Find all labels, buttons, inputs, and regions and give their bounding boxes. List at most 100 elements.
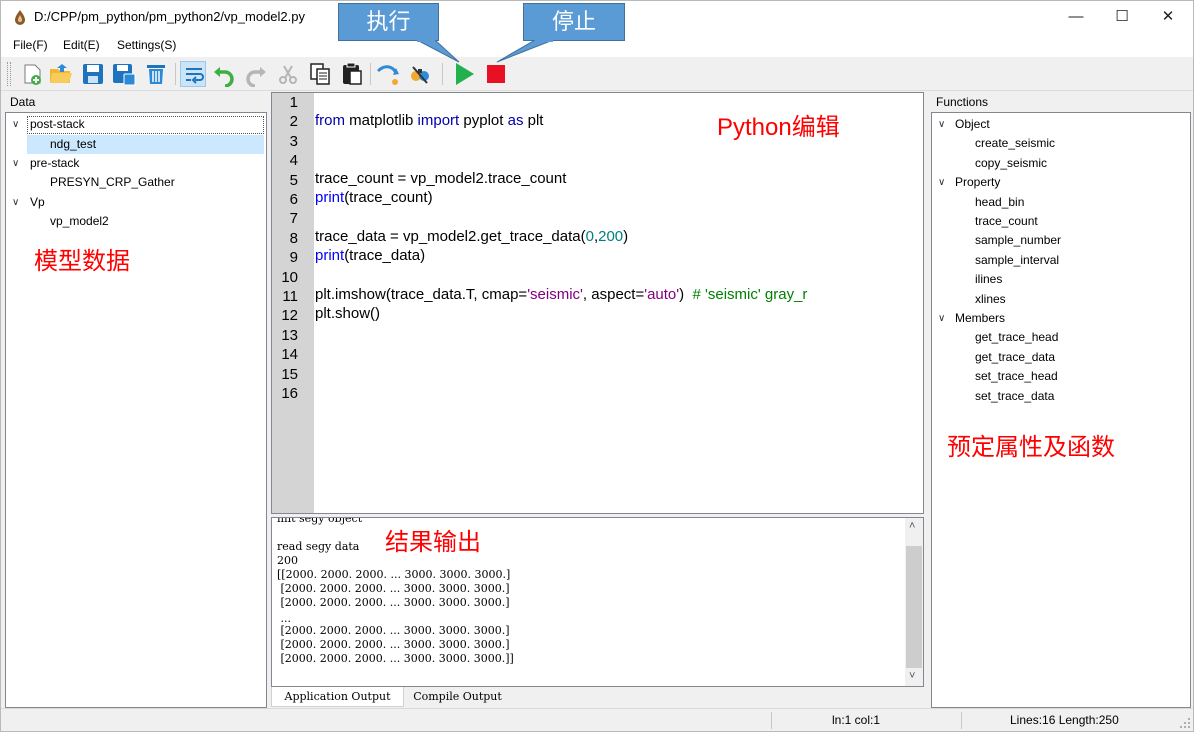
chevron-down-icon[interactable]: ∨ [12, 119, 19, 130]
save-as-button[interactable] [111, 61, 137, 87]
status-bar: ln:1 col:1 Lines:16 Length:250 [1, 708, 1193, 731]
function-item[interactable]: get_trace_data [975, 348, 1055, 367]
stop-button[interactable] [483, 61, 509, 87]
new-file-button[interactable] [19, 61, 45, 87]
function-item[interactable]: trace_count [975, 212, 1038, 231]
line-number: 10 [281, 268, 298, 286]
word-wrap-icon [186, 68, 204, 84]
code-line-8: trace_data = vp_model2.get_trace_data(0,… [315, 228, 629, 245]
function-item[interactable]: create_seismic [975, 134, 1055, 153]
output-line: 200 [277, 554, 298, 567]
function-item[interactable]: sample_number [975, 231, 1061, 250]
save-icon [83, 64, 103, 84]
function-item[interactable]: xlines [975, 290, 1006, 309]
debug-icon [411, 66, 429, 84]
chevron-down-icon[interactable]: ∨ [12, 158, 19, 169]
toolbar-separator [175, 63, 176, 85]
minimize-button[interactable]: — [1053, 1, 1099, 33]
chevron-down-icon[interactable]: ∨ [938, 177, 945, 188]
function-item[interactable]: head_bin [975, 193, 1024, 212]
window-title: D:/CPP/pm_python/pm_python2/vp_model2.py [34, 9, 305, 24]
function-group[interactable]: Object [955, 115, 990, 134]
copy-button[interactable] [307, 61, 333, 87]
toolbar [1, 57, 1193, 91]
resize-grip-icon[interactable] [1179, 717, 1191, 729]
output-scrollbar[interactable]: ˄ ˅ [905, 518, 923, 686]
app-window: D:/CPP/pm_python/pm_python2/vp_model2.py… [0, 0, 1194, 732]
function-group[interactable]: Property [955, 173, 1000, 192]
tree-node-vp[interactable]: Vp [30, 193, 45, 212]
tree-node-pre-stack[interactable]: pre-stack [30, 154, 79, 173]
toolbar-separator [370, 63, 371, 85]
debug-button[interactable] [407, 61, 433, 87]
function-item[interactable]: get_trace_head [975, 328, 1058, 347]
scroll-down-icon[interactable]: ˅ [909, 670, 915, 682]
function-item[interactable]: ilines [975, 270, 1002, 289]
run-icon [456, 63, 474, 85]
cut-button[interactable] [275, 61, 301, 87]
output-line: read segy data [277, 540, 360, 553]
code-line-2: from matplotlib import pyplot as plt [315, 112, 544, 129]
save-button[interactable] [80, 61, 106, 87]
tree-node-post-stack[interactable]: post-stack [30, 115, 85, 134]
close-button[interactable]: ✕ [1145, 1, 1191, 33]
tab-compile-output[interactable]: Compile Output [404, 687, 511, 707]
function-item[interactable]: sample_interval [975, 251, 1059, 270]
copy-icon [310, 63, 330, 85]
run-button[interactable] [451, 61, 477, 87]
line-number: 5 [289, 171, 298, 189]
tree-leaf-ndg-test[interactable]: ndg_test [50, 135, 96, 154]
output-console[interactable]: init segy object read segy data 200 [[2000.… [271, 517, 924, 687]
tab-application-output[interactable]: Application Output [271, 687, 404, 707]
line-number: 9 [289, 249, 298, 267]
word-wrap-button[interactable] [180, 61, 206, 87]
line-number: 13 [281, 326, 298, 344]
tree-leaf-vp-model2[interactable]: vp_model2 [50, 212, 109, 231]
output-line: [2000. 2000. 2000. ... 3000. 3000. 3000.… [277, 638, 510, 651]
undo-button[interactable] [211, 61, 237, 87]
annotation-result-output: 结果输出 [385, 529, 481, 556]
code-editor[interactable]: 1 2 3 4 5 6 7 8 9 10 11 12 13 14 15 16 from matplotlib … [271, 92, 924, 514]
save-as-icon [113, 64, 136, 86]
delete-icon [147, 65, 165, 84]
line-number: 6 [289, 191, 298, 208]
functions-tree[interactable]: ∨ Object create_seismic copy_seismic ∨ Proper… [931, 112, 1191, 708]
document-info: Lines:16 Length:250 [1010, 713, 1119, 727]
code-line-5: trace_count = vp_model2.trace_count [315, 170, 567, 187]
output-line: [2000. 2000. 2000. ... 3000. 3000. 3000.… [277, 582, 510, 595]
line-number: 16 [281, 385, 298, 402]
code-line-9: print(trace_data) [315, 247, 426, 264]
toolbar-grip[interactable] [7, 62, 11, 86]
maximize-button[interactable]: ☐ [1099, 1, 1145, 33]
scroll-up-icon[interactable]: ˄ [909, 520, 915, 532]
redo-icon [246, 67, 266, 87]
open-button[interactable] [48, 61, 74, 87]
step-button[interactable] [375, 61, 401, 87]
line-number: 15 [281, 365, 298, 383]
function-item[interactable]: set_trace_head [975, 367, 1058, 386]
data-panel-header: Data [6, 95, 265, 113]
chevron-down-icon[interactable]: ∨ [12, 197, 19, 208]
function-item[interactable]: copy_seismic [975, 154, 1047, 173]
menu-settings[interactable]: Settings(S) [117, 38, 176, 52]
data-tree[interactable]: ∨ post-stack ndg_test ∨ pre-stack PRESYN… [5, 112, 267, 708]
cursor-position: ln:1 col:1 [832, 713, 881, 727]
paste-button[interactable] [339, 61, 365, 87]
tree-leaf-presyn-crp-gather[interactable]: PRESYN_CRP_Gather [50, 173, 175, 192]
status-separator [961, 712, 962, 729]
menu-file[interactable]: File(F) [13, 38, 48, 52]
stop-callout-tail [496, 40, 554, 63]
line-number: 11 [282, 288, 298, 305]
chevron-down-icon[interactable]: ∨ [938, 313, 945, 324]
line-number: 1 [289, 94, 298, 111]
delete-button[interactable] [143, 61, 169, 87]
scroll-thumb[interactable] [906, 546, 922, 668]
chevron-down-icon[interactable]: ∨ [938, 119, 945, 130]
function-group[interactable]: Members [955, 309, 1005, 328]
toolbar-separator [442, 63, 443, 85]
function-item[interactable]: set_trace_data [975, 387, 1054, 406]
output-line: [2000. 2000. 2000. ... 3000. 3000. 3000.… [277, 596, 510, 609]
menu-edit[interactable]: Edit(E) [63, 38, 100, 52]
redo-button[interactable] [243, 61, 269, 87]
annotation-python-editor: Python编辑 [717, 114, 840, 141]
